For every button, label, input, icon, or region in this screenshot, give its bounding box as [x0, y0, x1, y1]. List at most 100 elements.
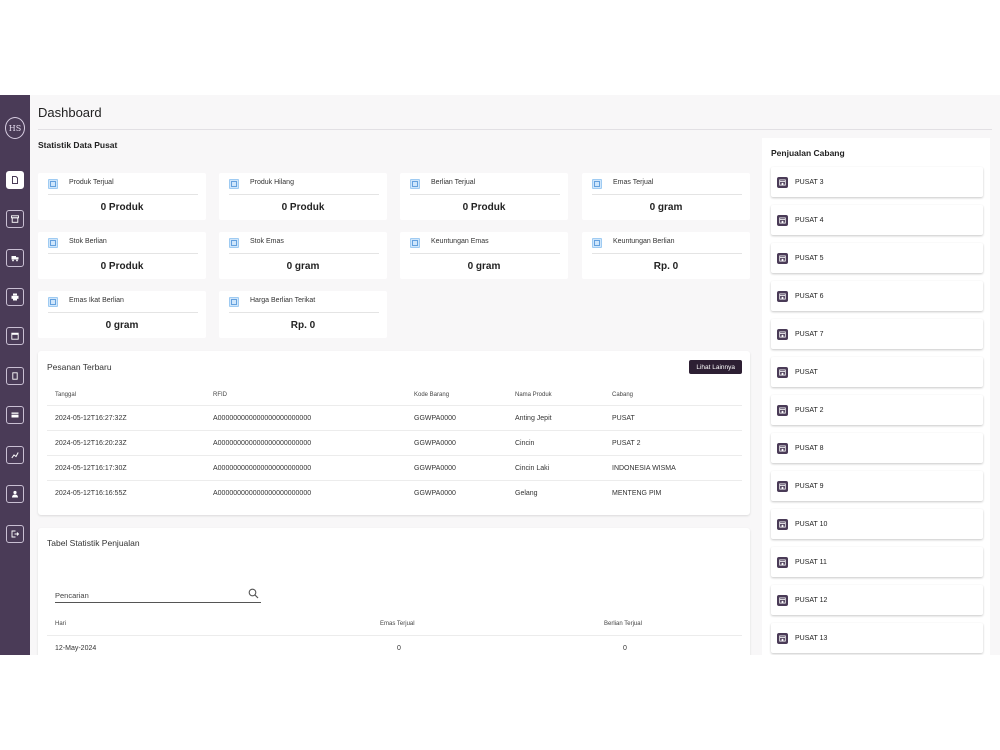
table-row[interactable]: 2024-05-12T16:16:55Z A000000000000000000…	[47, 481, 742, 506]
table-row[interactable]: 2024-05-12T16:27:32Z A000000000000000000…	[47, 406, 742, 431]
stat-value: 0 gram	[649, 202, 683, 213]
cell-nama-produk: Cincin Laki	[515, 464, 550, 472]
stat-label: Berlian Terjual	[431, 179, 476, 186]
archive-icon	[594, 181, 600, 187]
archive-icon	[412, 181, 418, 187]
stat-card-emas-terjual: Emas Terjual 0 gram	[582, 173, 750, 220]
column-header-tanggal[interactable]: Tanggal	[55, 384, 76, 405]
branch-card[interactable]: PUSAT 11	[771, 547, 983, 577]
stat-divider	[229, 194, 379, 195]
stat-card-stok-emas: Stok Emas 0 gram	[219, 232, 387, 279]
stat-divider	[48, 194, 198, 195]
stat-value: 0 gram	[105, 320, 139, 331]
store-icon	[777, 481, 788, 492]
stat-value: 0 Produk	[462, 202, 506, 213]
column-header-berlian-terjual[interactable]: Berlian Terjual	[604, 612, 642, 635]
sidebar-item-print[interactable]	[6, 288, 24, 306]
branch-card[interactable]: PUSAT 8	[771, 433, 983, 463]
column-header-rfid[interactable]: RFID	[213, 384, 227, 405]
truck-icon	[11, 256, 19, 262]
store-icon	[777, 557, 788, 568]
sidebar-item-dashboard[interactable]	[6, 171, 24, 189]
see-more-button[interactable]: Lihat Lainnya	[689, 360, 742, 374]
cell-cabang: MENTENG PIM	[612, 490, 662, 497]
stat-icon	[48, 238, 58, 248]
branch-label: PUSAT 6	[795, 292, 824, 300]
stat-value: 0 Produk	[100, 261, 144, 272]
stat-icon	[410, 238, 420, 248]
branch-card[interactable]: PUSAT 10	[771, 509, 983, 539]
stat-card-stok-berlian: Stok Berlian 0 Produk	[38, 232, 206, 279]
archive-icon	[594, 240, 600, 246]
sidebar-item-logout[interactable]	[6, 525, 24, 543]
stat-icon	[229, 179, 239, 189]
stat-value: 0 Produk	[281, 202, 325, 213]
branch-card[interactable]: PUSAT 6	[771, 281, 983, 311]
cell-nama-produk: Cincin	[515, 439, 535, 447]
column-header-nama-produk[interactable]: Nama Produk	[515, 384, 552, 405]
table-header-row: Tanggal RFID Kode Barang Nama Produk Cab…	[47, 384, 742, 406]
card-icon	[11, 412, 19, 418]
printer-icon	[11, 293, 19, 301]
stat-value: 0 gram	[286, 261, 320, 272]
user-icon	[12, 490, 18, 498]
column-header-kode-barang[interactable]: Kode Barang	[414, 384, 449, 405]
sidebar-item-bookmark[interactable]	[6, 367, 24, 385]
stat-divider	[48, 312, 198, 313]
search-input[interactable]	[55, 589, 235, 601]
branch-card[interactable]: PUSAT	[771, 357, 983, 387]
branch-card[interactable]: PUSAT 2	[771, 395, 983, 425]
cell-rfid: A000000000000000000000000	[213, 490, 312, 497]
search-icon[interactable]	[248, 588, 259, 599]
sidebar-item-delivery[interactable]	[6, 249, 24, 267]
sidebar-item-archive[interactable]	[6, 210, 24, 228]
stat-icon	[592, 238, 602, 248]
column-header-hari[interactable]: Hari	[55, 612, 66, 635]
document-icon	[12, 176, 18, 184]
sidebar-item-calendar[interactable]	[6, 327, 24, 345]
brand-logo-text: HS	[8, 123, 22, 133]
brand-logo[interactable]: HS	[5, 117, 25, 139]
branch-card[interactable]: PUSAT 5	[771, 243, 983, 273]
sidebar-item-payment[interactable]	[6, 406, 24, 424]
stat-value: 0 Produk	[100, 202, 144, 213]
store-icon	[777, 291, 788, 302]
cell-rfid: A000000000000000000000000	[213, 439, 312, 447]
column-header-emas-terjual[interactable]: Emas Terjual	[380, 612, 415, 635]
stat-value: Rp. 0	[653, 261, 679, 272]
branch-label: PUSAT 11	[795, 558, 827, 566]
table-row[interactable]: 2024-05-12T16:17:30Z A000000000000000000…	[47, 456, 742, 481]
cell-kode-barang: GGWPA0000	[414, 490, 456, 497]
stat-label: Stok Emas	[250, 238, 284, 245]
branch-card[interactable]: PUSAT 12	[771, 585, 983, 615]
stat-label: Stok Berlian	[69, 238, 107, 245]
archive-icon	[231, 181, 237, 187]
branch-card[interactable]: PUSAT 9	[771, 471, 983, 501]
branch-label: PUSAT 13	[795, 634, 828, 642]
stat-card-keuntungan-berlian: Keuntungan Berlian Rp. 0	[582, 232, 750, 279]
cell-tanggal: 2024-05-12T16:17:30Z	[55, 464, 127, 472]
branch-label: PUSAT 8	[795, 444, 824, 452]
stat-divider	[229, 312, 379, 313]
branch-label: PUSAT 12	[795, 596, 828, 604]
chart-icon	[11, 452, 19, 459]
table-row[interactable]: 2024-05-12T16:20:23Z A000000000000000000…	[47, 431, 742, 456]
cell-tanggal: 2024-05-12T16:20:23Z	[55, 439, 127, 447]
sidebar-item-profile[interactable]	[6, 485, 24, 503]
cell-rfid: A000000000000000000000000	[213, 464, 312, 472]
column-header-cabang[interactable]: Cabang	[612, 384, 633, 405]
branch-card[interactable]: PUSAT 3	[771, 167, 983, 197]
branch-card[interactable]: PUSAT 4	[771, 205, 983, 235]
table-row[interactable]: 12-May-2024 0 0	[47, 636, 742, 655]
sidebar-item-report[interactable]	[6, 446, 24, 464]
cell-tanggal: 2024-05-12T16:16:55Z	[55, 490, 127, 497]
stat-card-emas-ikat-berlian: Emas Ikat Berlian 0 gram	[38, 291, 206, 338]
branch-label: PUSAT 10	[795, 520, 828, 528]
branch-label: PUSAT 5	[795, 254, 824, 262]
page-title: Dashboard	[38, 105, 102, 120]
branch-card[interactable]: PUSAT 7	[771, 319, 983, 349]
cell-nama-produk: Anting Jepit	[515, 414, 552, 422]
branch-card[interactable]: PUSAT 13	[771, 623, 983, 653]
cell-cabang: PUSAT	[612, 414, 635, 422]
cell-cabang: INDONESIA WISMA	[612, 464, 676, 472]
